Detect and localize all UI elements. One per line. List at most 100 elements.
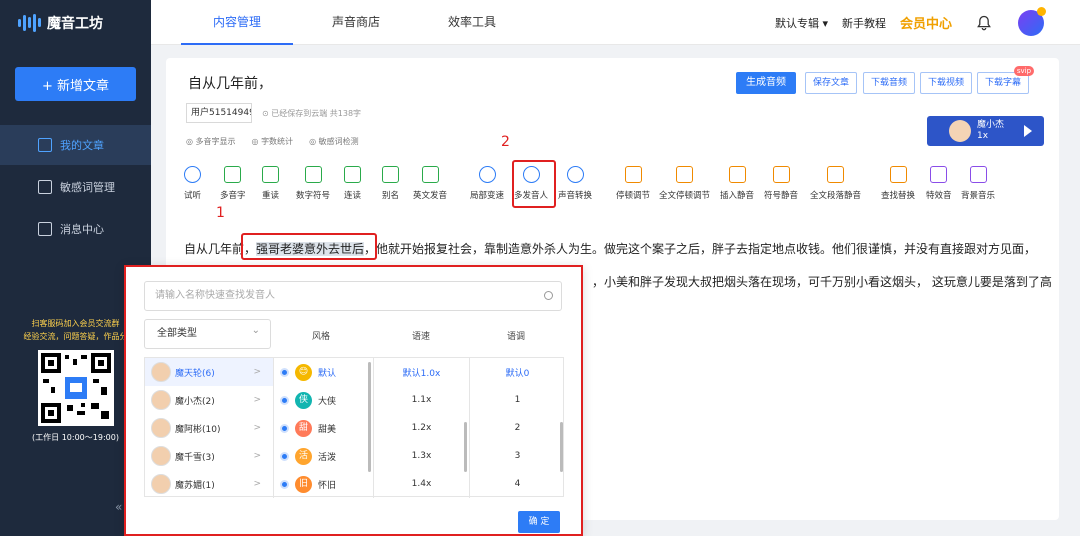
sidebar-item-sensitive-words[interactable]: 敏感词管理 xyxy=(0,167,151,207)
polyphone-icon xyxy=(224,166,242,183)
new-article-button[interactable]: + 新增文章 xyxy=(15,67,136,101)
search-icon[interactable] xyxy=(544,291,553,300)
sub-toolbar: 多音字显示 字数统计 敏感词检测 xyxy=(186,136,359,147)
tool-label: 连读 xyxy=(344,191,362,201)
number-icon xyxy=(304,166,322,183)
sidebar-item-label: 我的文章 xyxy=(60,139,104,152)
tool-number-symbol[interactable]: 数字符号 xyxy=(296,166,330,201)
user-name-field[interactable]: 用户51514949 xyxy=(186,103,252,123)
text-segment: ，他就开始报复社会，靠制造意外杀人为生。做完这个案子之后，胖子去指定地点收钱。他… xyxy=(364,242,1037,256)
tool-insert-silence[interactable]: 插入静音 xyxy=(720,166,754,201)
tool-label: 声音转换 xyxy=(558,191,593,201)
radio-selected[interactable] xyxy=(280,479,289,489)
tool-preview[interactable]: 试听 xyxy=(184,166,201,201)
collapse-sidebar-icon[interactable]: « xyxy=(115,500,122,514)
word-count-toggle[interactable]: 字数统计 xyxy=(252,136,293,147)
tool-local-speed[interactable]: 局部变速 xyxy=(470,166,504,201)
radio-selected[interactable] xyxy=(280,367,289,377)
tool-global-pause[interactable]: 全文停顿调节 xyxy=(659,166,710,201)
tool-stress[interactable]: 重读 xyxy=(262,166,279,201)
tool-sound-effect[interactable]: 特效音 xyxy=(926,166,952,201)
bell-icon[interactable] xyxy=(976,15,992,31)
tool-symbol-silence[interactable]: 符号静音 xyxy=(764,166,798,201)
tutorial-link[interactable]: 新手教程 xyxy=(842,15,886,31)
tone-scrollbar[interactable] xyxy=(560,422,563,472)
speaker-avatar xyxy=(151,362,171,382)
sidebar-item-my-articles[interactable]: 我的文章 xyxy=(0,125,151,165)
logo-text: 魔音工坊 xyxy=(47,15,103,32)
article-text-line-2[interactable]: ，小美和胖子发现大叔把烟头落在现场，可千万别小看这烟头， 这玩意儿要是落到了高 xyxy=(592,273,1052,290)
style-option[interactable]: 活活泼 xyxy=(274,442,373,470)
speaker-name: 魔小杰(2) xyxy=(175,396,215,407)
tab-voice-store[interactable]: 声音商店 xyxy=(300,0,412,45)
style-option[interactable]: 😊 默认 xyxy=(274,358,373,386)
speaker-item[interactable]: 魔苏媚(1) > xyxy=(145,470,273,498)
tab-content-management[interactable]: 内容管理 xyxy=(181,0,293,45)
insert-silence-icon xyxy=(728,166,746,183)
download-video-button[interactable]: 下载视频 xyxy=(920,72,973,94)
tool-liaison[interactable]: 连读 xyxy=(344,166,361,201)
speaker-item[interactable]: 魔千雪(3) > xyxy=(145,442,273,470)
symbol-silence-icon xyxy=(772,166,790,183)
speaker-picker-popup: 请输入名称快速查找发音人 全部类型 风格 语速 语调 魔天轮(6) > 魔小杰(2… xyxy=(124,265,583,536)
tone-option[interactable]: 4 xyxy=(470,470,565,498)
tone-option[interactable]: 1 xyxy=(470,386,565,414)
current-voice-card[interactable]: 魔小杰 1x xyxy=(927,116,1044,146)
tone-option[interactable]: 2 xyxy=(470,414,565,442)
speaker-options: 魔天轮(6) > 魔小杰(2) > 魔阿彬(10) > 魔千雪(3) > 魔苏媚(1) >… xyxy=(144,357,565,498)
speed-option[interactable]: 1.1x xyxy=(374,386,469,414)
speaker-item[interactable]: 魔阿彬(10) > xyxy=(145,414,273,442)
style-option[interactable]: 甜甜美 xyxy=(274,414,373,442)
radio-selected[interactable] xyxy=(280,451,289,461)
speaker-item[interactable]: 魔天轮(6) > xyxy=(145,358,273,386)
tool-find-replace[interactable]: 查找替换 xyxy=(881,166,915,201)
tool-polyphone[interactable]: 多音字 xyxy=(220,166,246,201)
tone-option[interactable]: 默认0 xyxy=(470,358,565,386)
style-scrollbar[interactable] xyxy=(368,362,371,472)
svip-badge: svip xyxy=(1013,66,1035,76)
speed-option[interactable]: 1.3x xyxy=(374,442,469,470)
confirm-button[interactable]: 确 定 xyxy=(518,511,560,533)
tool-alias[interactable]: 别名 xyxy=(382,166,399,201)
tool-voice-convert[interactable]: 声音转换 xyxy=(558,166,592,201)
vip-center-link[interactable]: 会员中心 xyxy=(900,13,952,32)
tab-efficiency-tools[interactable]: 效率工具 xyxy=(416,0,528,45)
generate-audio-button[interactable]: 生成音频 xyxy=(736,72,796,94)
speed-scrollbar[interactable] xyxy=(464,422,467,472)
article-title[interactable]: 自从几年前， xyxy=(188,73,272,93)
voice-name: 魔小杰 xyxy=(977,120,1005,130)
download-audio-button[interactable]: 下载音频 xyxy=(863,72,916,94)
sensitive-check-toggle[interactable]: 敏感词检测 xyxy=(309,136,359,147)
annotation-box-selection xyxy=(241,233,377,260)
speaker-name: 魔千雪(3) xyxy=(175,452,215,463)
speaker-item[interactable]: 魔小杰(2) > xyxy=(145,386,273,414)
tool-paragraph-silence[interactable]: 全文段落静音 xyxy=(810,166,861,201)
user-avatar[interactable] xyxy=(1018,6,1046,36)
speed-list: 默认1.0x 1.1x 1.2x 1.3x 1.4x xyxy=(373,358,469,498)
speaker-search-input[interactable]: 请输入名称快速查找发音人 xyxy=(144,281,562,311)
download-subtitle-button[interactable]: 下载字幕 svip xyxy=(977,66,1035,94)
logo[interactable]: 魔音工坊 xyxy=(0,0,151,45)
speed-option[interactable]: 默认1.0x xyxy=(374,358,469,386)
save-article-button[interactable]: 保存文章 xyxy=(805,72,858,94)
speed-option[interactable]: 1.4x xyxy=(374,470,469,498)
style-option[interactable]: 旧怀旧 xyxy=(274,470,373,498)
chevron-right-icon: > xyxy=(253,395,261,405)
radio-selected[interactable] xyxy=(280,423,289,433)
tool-english[interactable]: 英文发音 xyxy=(413,166,447,201)
tone-option[interactable]: 3 xyxy=(470,442,565,470)
play-icon[interactable] xyxy=(1024,125,1032,137)
polyphone-display-toggle[interactable]: 多音字显示 xyxy=(186,136,236,147)
sidebar-item-messages[interactable]: 消息中心 xyxy=(0,209,151,249)
tool-label: 多音字 xyxy=(220,191,246,201)
speed-option[interactable]: 1.2x xyxy=(374,414,469,442)
annotation-box-multi-speaker xyxy=(512,160,556,208)
speaker-type-select[interactable]: 全部类型 xyxy=(144,317,271,349)
tool-bgm[interactable]: 背景音乐 xyxy=(961,166,995,201)
tool-pause[interactable]: 停顿调节 xyxy=(616,166,650,201)
top-bar: 魔音工坊 内容管理 声音商店 效率工具 默认专辑 ▾ 新手教程 会员中心 xyxy=(0,0,1080,45)
saved-status: ⊙ 已经保存到云端 共138字 xyxy=(262,109,362,118)
default-album-dropdown[interactable]: 默认专辑 ▾ xyxy=(775,15,828,31)
style-option[interactable]: 侠大侠 xyxy=(274,386,373,414)
radio-selected[interactable] xyxy=(280,395,289,405)
